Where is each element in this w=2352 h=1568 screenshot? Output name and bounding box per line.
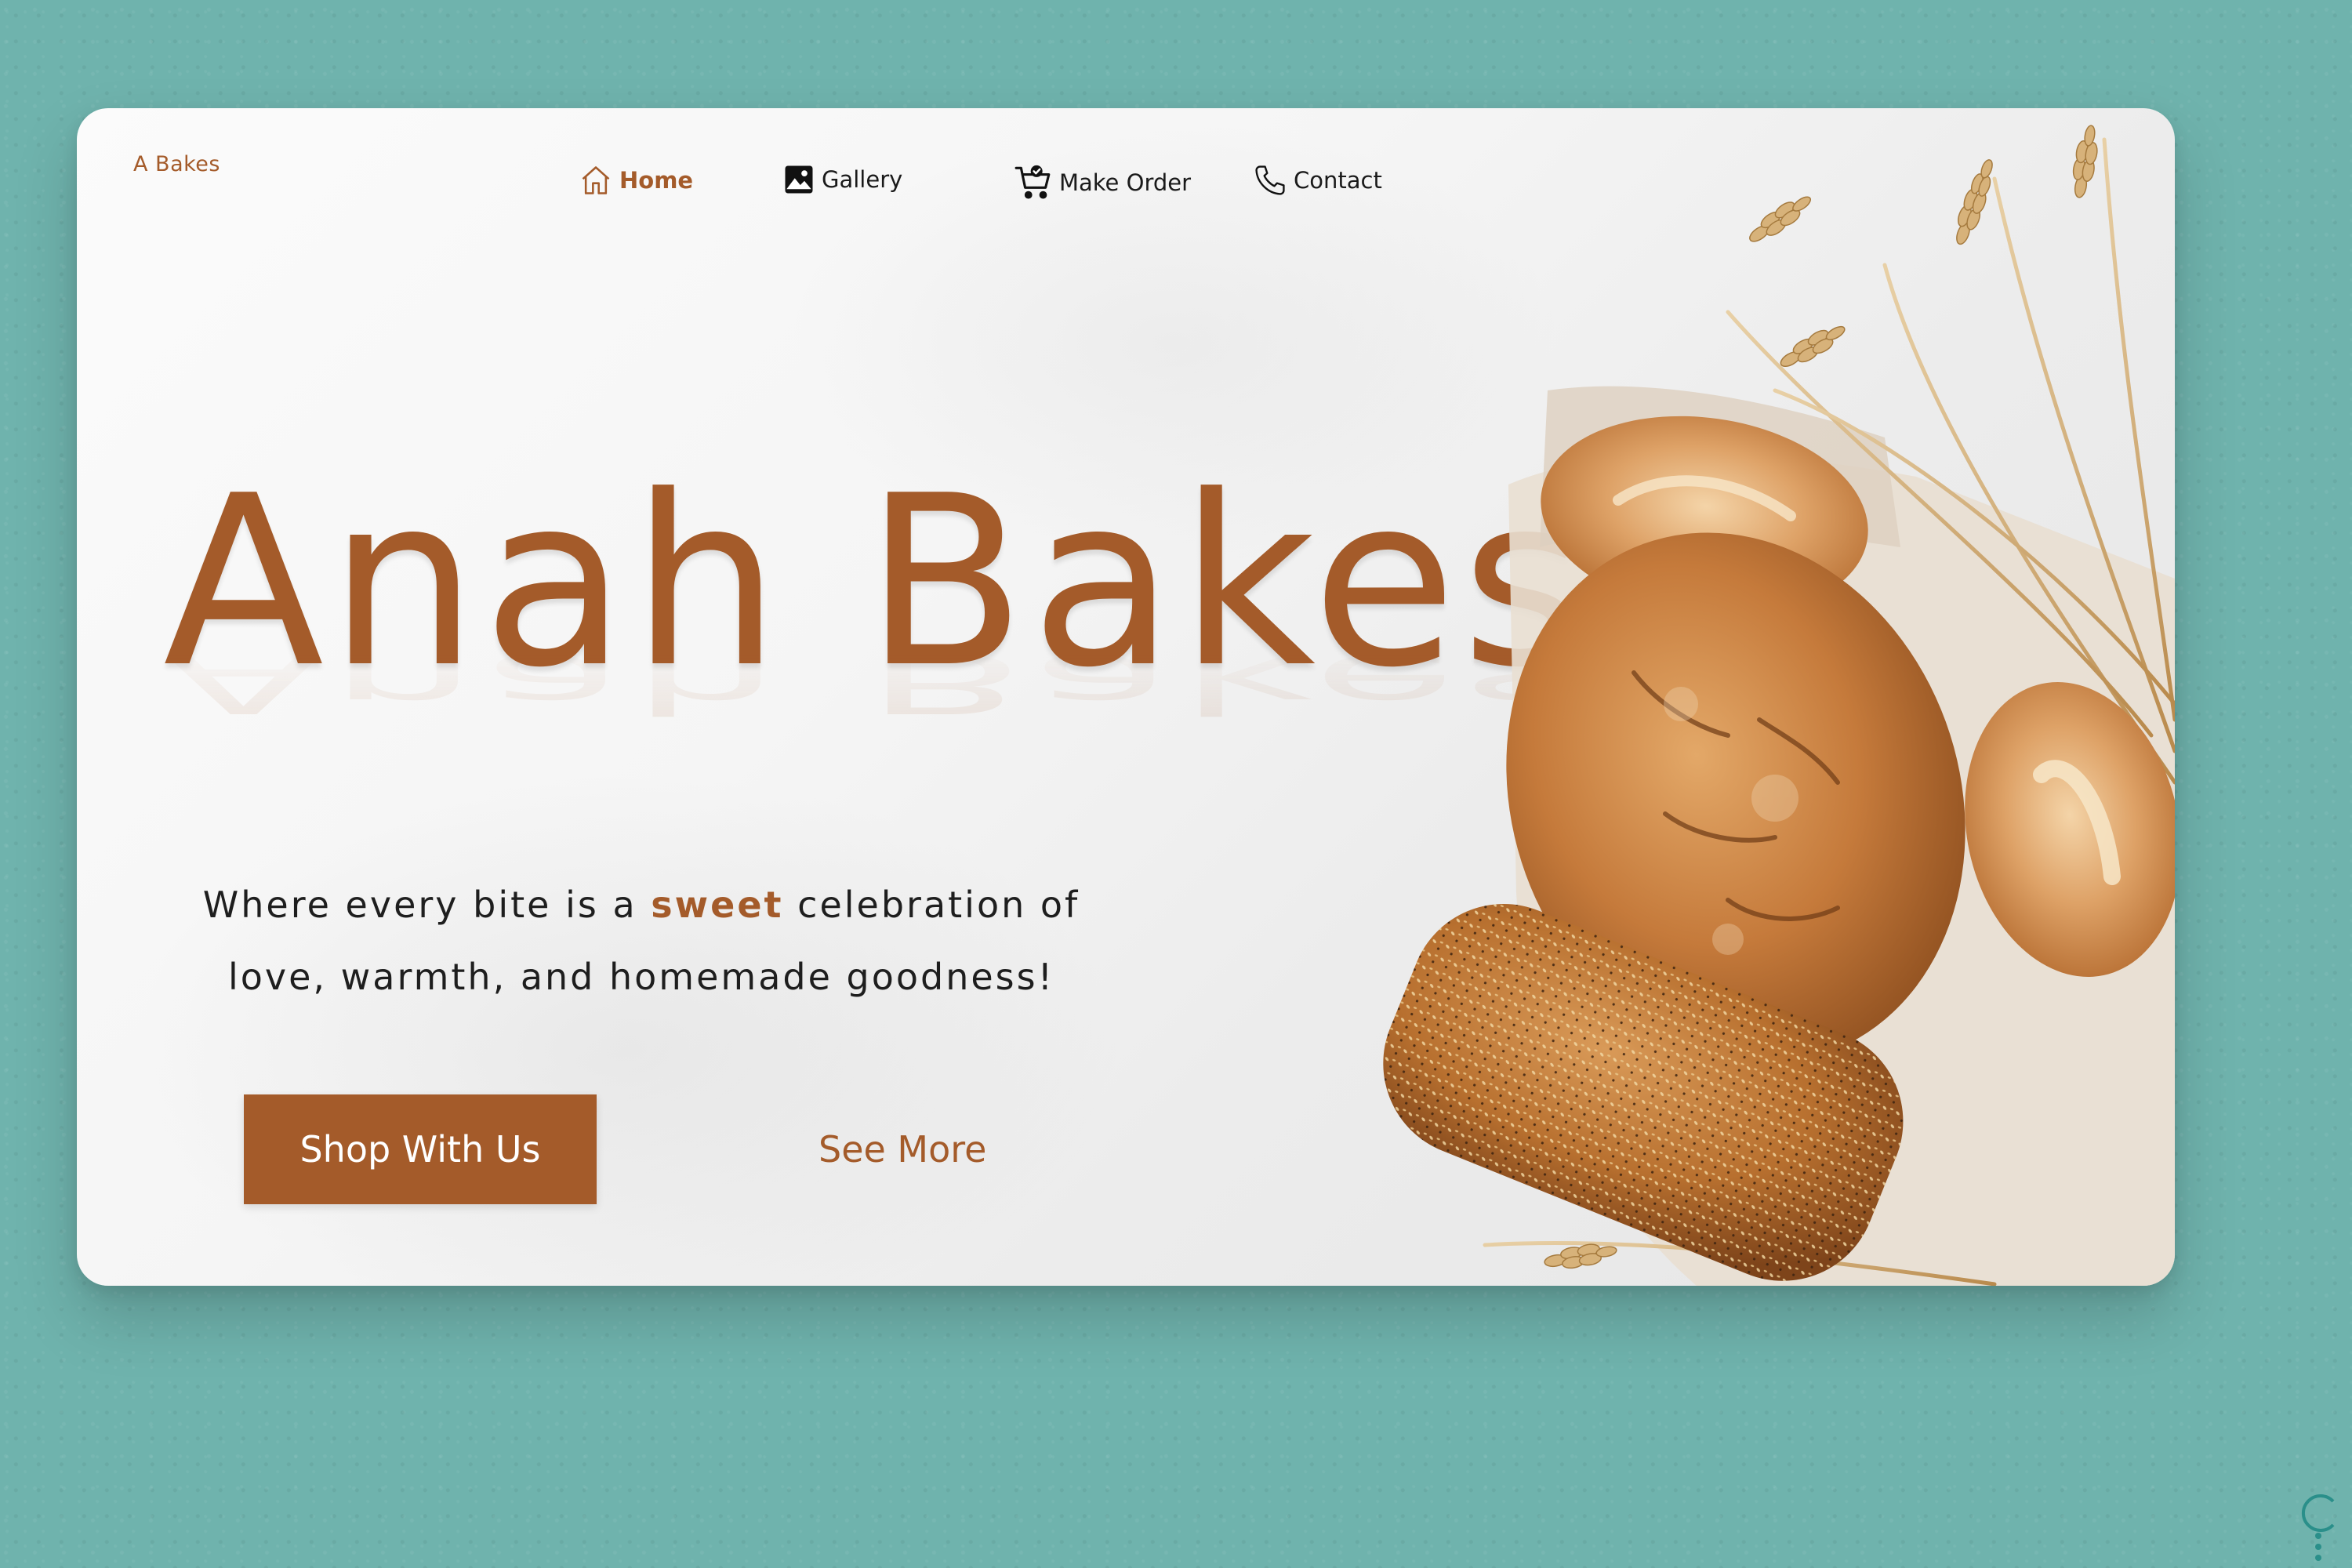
nav-label-make-order: Make Order — [1059, 169, 1192, 196]
nav-item-home[interactable]: Home — [579, 163, 693, 198]
brand-logo[interactable]: A Bakes — [133, 152, 220, 176]
cart-icon — [1014, 163, 1053, 202]
hero-tagline: Where every bite is a sweet celebration … — [171, 869, 1112, 1013]
corner-logo-mark — [2301, 1494, 2335, 1561]
nav-label-home: Home — [619, 167, 694, 194]
phone-icon — [1253, 163, 1287, 198]
home-icon — [579, 163, 613, 198]
shop-with-us-button[interactable]: Shop With Us — [244, 1094, 597, 1204]
see-more-button[interactable]: See More — [814, 1102, 991, 1196]
landing-card: A Bakes Home Gallery Make Order Contact … — [77, 108, 2175, 1286]
tagline-text-start: Where every bite is a — [202, 884, 652, 926]
image-icon — [782, 163, 815, 196]
tagline-highlight: sweet — [651, 884, 784, 926]
nav-item-gallery[interactable]: Gallery — [782, 163, 902, 196]
bread-photo — [1383, 125, 2175, 1286]
nav-item-make-order[interactable]: Make Order — [1014, 163, 1191, 202]
nav-label-gallery: Gallery — [822, 166, 903, 193]
